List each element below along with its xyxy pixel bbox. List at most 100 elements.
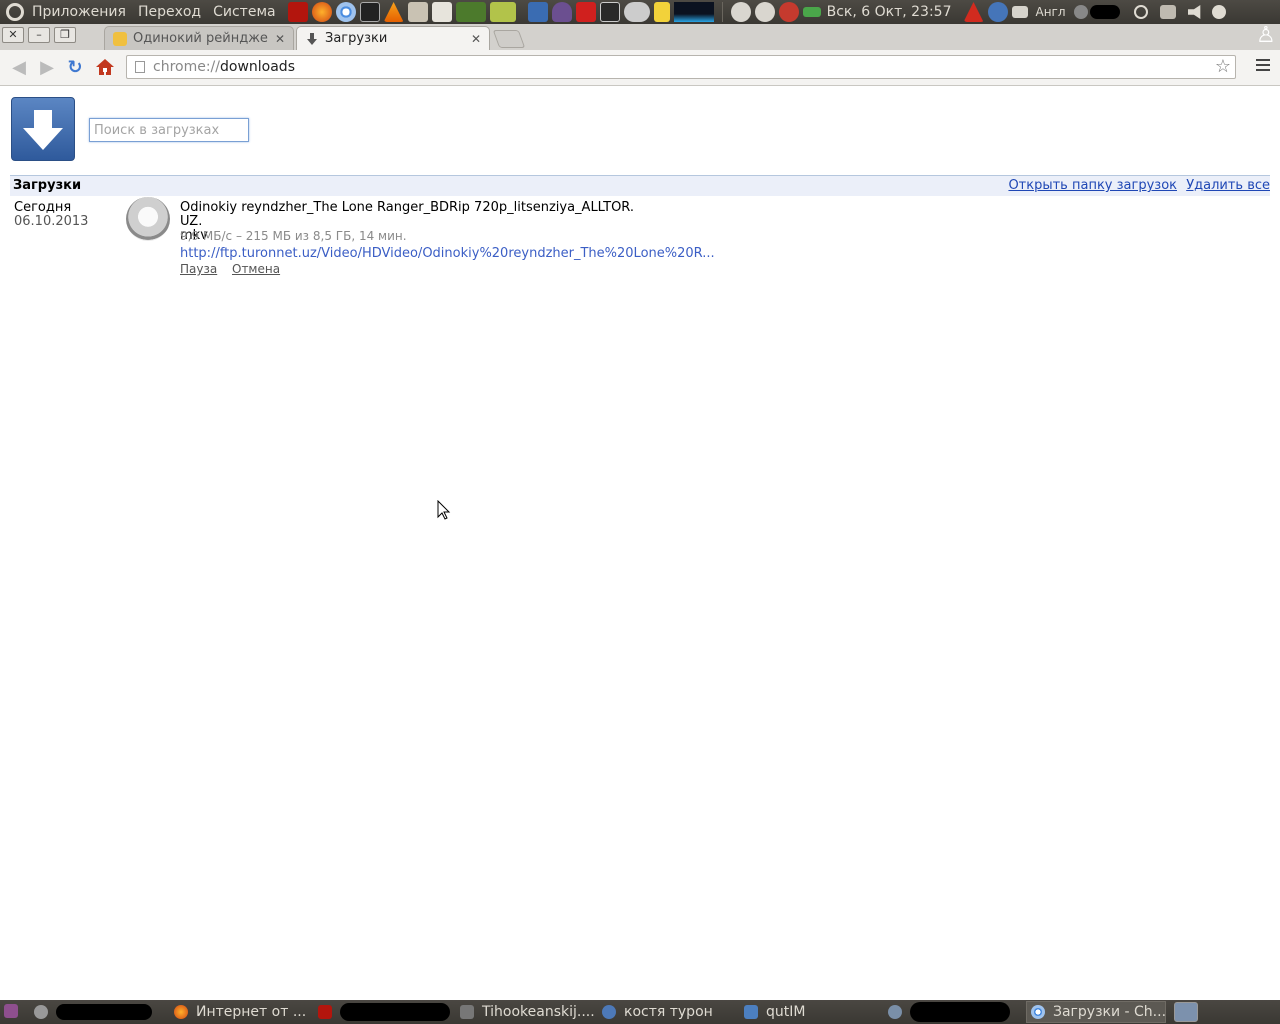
download-progress-status: 9,9 МБ/с – 215 МБ из 8,5 ГБ, 14 мин.: [180, 229, 407, 243]
tab-downloads[interactable]: Загрузки ✕: [296, 26, 490, 50]
cancel-link[interactable]: Отмена: [232, 262, 280, 276]
game-icon[interactable]: [489, 2, 516, 22]
taskbar-item-filezilla[interactable]: [314, 1001, 454, 1023]
download-icon: [305, 32, 319, 46]
forward-icon[interactable]: ▶: [36, 57, 58, 79]
quote-icon[interactable]: [623, 2, 650, 22]
ubuntu-logo-icon[interactable]: [6, 3, 24, 21]
date-label: Сегодня: [14, 200, 72, 215]
settings-icon[interactable]: [1211, 5, 1226, 19]
cr-icon: [113, 31, 127, 46]
update-icon[interactable]: [987, 2, 1008, 22]
taskbar-label: qutIM: [766, 1004, 806, 1020]
taskbar-item-chromium[interactable]: [884, 1001, 1024, 1023]
launcher-bar: [286, 2, 518, 22]
url-scheme: chrome://: [153, 59, 220, 75]
pause-link[interactable]: Пауза: [180, 262, 217, 276]
power-icon[interactable]: [1133, 5, 1148, 19]
search-input[interactable]: [89, 118, 249, 142]
panel-separator: [721, 2, 723, 22]
window-close-button[interactable]: ✕: [2, 27, 24, 43]
taskbar-label: костя турон: [624, 1004, 713, 1020]
chrome-menu-icon[interactable]: [1256, 59, 1270, 74]
red-clock-icon[interactable]: [778, 2, 799, 22]
taskbar-item-email[interactable]: [30, 1001, 158, 1023]
video-file-icon[interactable]: [126, 197, 170, 241]
mouse-cursor-icon: [437, 500, 451, 520]
mail-icon[interactable]: [1011, 6, 1028, 18]
taskbar-item-qutim[interactable]: qutIM: [740, 1001, 880, 1023]
show-desktop-icon[interactable]: [4, 1004, 18, 1018]
home-icon[interactable]: [94, 57, 116, 79]
open-downloads-folder-link[interactable]: Открыть папку загрузок: [1008, 178, 1177, 193]
tab-lone-ranger[interactable]: Одинокий рейнджер : ✕: [104, 26, 294, 50]
browser-toolbar: ◀ ▶ ↻ chrome://downloads ☆: [0, 50, 1280, 86]
tab-title: Одинокий рейнджер :: [133, 31, 269, 46]
menu-system[interactable]: Система: [207, 4, 281, 20]
taskbar-item-downloads[interactable]: Загрузки - Ch...: [1026, 1001, 1166, 1023]
clock-app-icon[interactable]: [730, 2, 751, 22]
chat-icon: [602, 1005, 616, 1019]
lock-icon[interactable]: [599, 2, 620, 22]
leaf-icon[interactable]: [455, 2, 486, 22]
redacted-region: [910, 1002, 1010, 1022]
clear-all-link[interactable]: Удалить все: [1186, 178, 1270, 193]
bookmark-star-icon[interactable]: ☆: [1215, 56, 1231, 78]
chromium-icon: [888, 1005, 902, 1019]
firefox-icon[interactable]: [311, 2, 332, 22]
filezilla-icon[interactable]: [287, 2, 308, 22]
tab-close-icon[interactable]: ✕: [275, 32, 285, 46]
taskbar-label: Загрузки - Ch...: [1053, 1004, 1166, 1020]
taskbar-label: Интернет от ...: [196, 1004, 307, 1020]
upload-icon[interactable]: [1159, 5, 1176, 19]
window-restore-button[interactable]: ❐: [54, 27, 76, 43]
menu-places[interactable]: Переход: [132, 4, 207, 20]
date-value: 06.10.2013: [14, 214, 89, 229]
warning-icon[interactable]: [963, 2, 984, 22]
qutim-icon: [744, 1005, 758, 1019]
battery-icon[interactable]: [802, 7, 821, 17]
status-icon[interactable]: [1073, 5, 1088, 19]
power-red-icon[interactable]: [575, 2, 596, 22]
new-tab-button[interactable]: [492, 30, 526, 48]
reload-icon[interactable]: ↻: [64, 57, 86, 79]
taskbar-item-chat[interactable]: костя турон: [598, 1001, 738, 1023]
clock[interactable]: Вск, 6 Окт, 23:57: [827, 4, 952, 20]
clapper-icon: [460, 1005, 474, 1019]
note-icon[interactable]: [653, 2, 670, 22]
keyboard-layout-indicator[interactable]: Англ: [1036, 5, 1066, 19]
redacted-region: [1089, 5, 1120, 19]
ghost-icon[interactable]: [551, 2, 572, 22]
clock-app-icon[interactable]: [754, 2, 775, 22]
redacted-region: [56, 1004, 152, 1020]
taskbar-label: Tihookeanskij....: [482, 1004, 595, 1020]
redacted-region: [340, 1003, 450, 1021]
back-icon[interactable]: ◀: [8, 57, 30, 79]
email-icon: [34, 1005, 48, 1019]
terminal-icon[interactable]: [359, 2, 380, 22]
page-title: Загрузки: [13, 178, 82, 193]
top-panel: Приложения Переход Система Вск, 6 Окт, 2…: [0, 0, 1280, 24]
taskbar-item-firefox[interactable]: Интернет от ...: [170, 1001, 310, 1023]
pidgin-icon[interactable]: [527, 2, 548, 22]
download-source-link[interactable]: http://ftp.turonnet.uz/Video/HDVideo/Odi…: [180, 246, 715, 261]
profile-icon[interactable]: ♙: [1256, 24, 1276, 48]
chromium-icon: [1031, 1005, 1045, 1019]
address-bar[interactable]: chrome://downloads ☆: [126, 55, 1236, 79]
downloads-header: Загрузки Открыть папку загрузок Удалить …: [10, 175, 1270, 196]
tab-close-icon[interactable]: ✕: [471, 32, 481, 46]
network-graph-icon[interactable]: [673, 2, 714, 22]
menu-applications[interactable]: Приложения: [26, 4, 132, 20]
url-path: downloads: [220, 59, 295, 75]
workspace-icon[interactable]: [1174, 1002, 1198, 1022]
volume-icon[interactable]: [1187, 5, 1201, 19]
page-icon: [135, 61, 145, 73]
taskbar: Интернет от ... Tihookeanskij.... костя …: [0, 1000, 1280, 1024]
chromium-icon[interactable]: [335, 2, 356, 22]
window-minimize-button[interactable]: –: [28, 27, 50, 43]
vlc-icon[interactable]: [383, 2, 404, 22]
tab-title: Загрузки: [325, 31, 388, 46]
screenshot-icon[interactable]: [431, 2, 452, 22]
taskbar-item-video[interactable]: Tihookeanskij....: [456, 1001, 596, 1023]
installer-icon[interactable]: [407, 2, 428, 22]
